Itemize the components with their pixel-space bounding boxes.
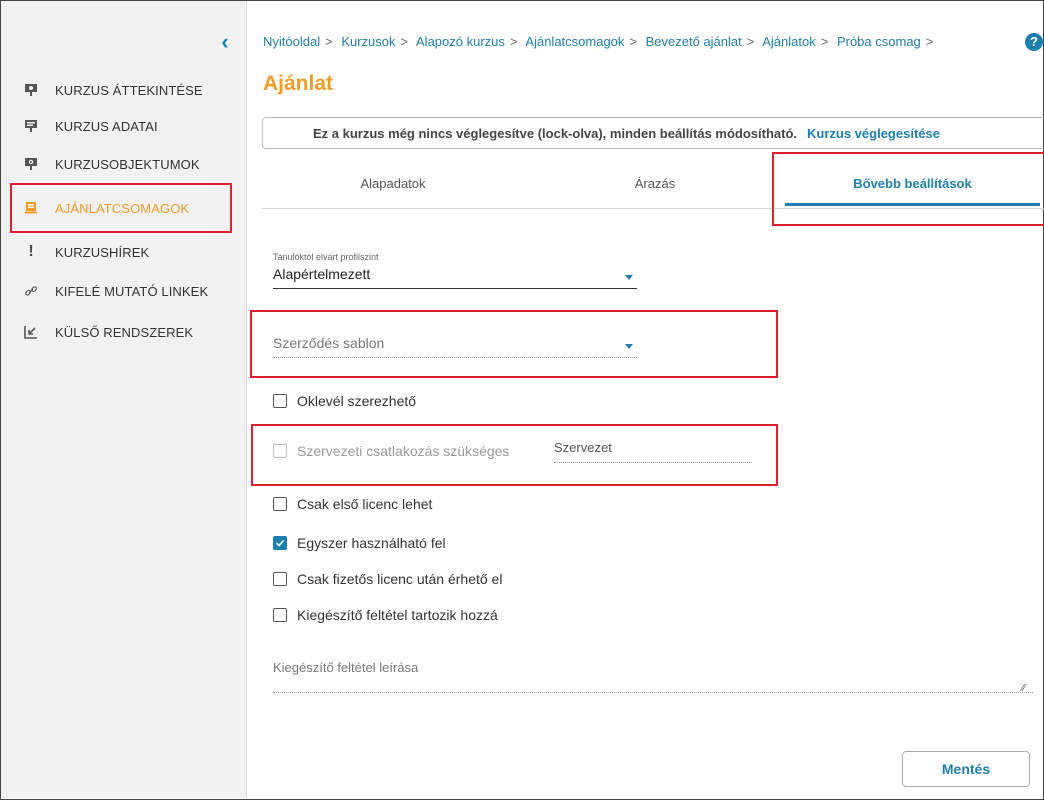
resize-handle-icon[interactable]: ⁄⁄ — [1022, 683, 1025, 694]
page-title: Ajánlat — [263, 72, 334, 95]
external-arrow-icon — [23, 324, 39, 340]
breadcrumb-item[interactable]: Ajánlatcsomagok — [525, 34, 624, 49]
sidebar-item-label: KURZUSOBJEKTUMOK — [55, 156, 200, 172]
sidebar-item-kifele-mutato-linkek[interactable]: KIFELÉ MUTATÓ LINKEK — [1, 273, 246, 309]
tab-bar: Alapadatok Árazás Bővebb beállítások — [262, 158, 1044, 209]
save-button[interactable]: Mentés — [902, 751, 1030, 787]
profile-level-value: Alapértelmezett — [273, 266, 371, 282]
checkbox-label: Kiegészítő feltétel tartozik hozzá — [297, 607, 498, 623]
checkbox-label: Csak fizetős licenc után érhető el — [297, 571, 503, 587]
sidebar-item-kulso-rendszerek[interactable]: KÜLSŐ RENDSZEREK — [1, 314, 246, 350]
tab-arazas[interactable]: Árazás — [524, 158, 786, 208]
checkbox-box[interactable] — [273, 572, 287, 586]
breadcrumb: Nyitóoldal > Kurzusok > Alapozó kurzus > Aj… — [263, 34, 934, 49]
contract-template-select[interactable]: Szerződés sablon — [273, 335, 637, 358]
contract-template-placeholder: Szerződés sablon — [273, 335, 385, 351]
sidebar-item-ajanlatcsomagok[interactable]: AJÁNLATCSOMAGOK — [1, 190, 246, 226]
offer-package-icon — [23, 200, 39, 216]
link-icon — [23, 283, 39, 299]
first-license-checkbox[interactable]: Csak első licenc lehet — [273, 494, 432, 514]
sidebar-item-label: KÜLSŐ RENDSZEREK — [55, 324, 194, 340]
paid-only-checkbox[interactable]: Csak fizetős licenc után érhető el — [273, 569, 502, 589]
sidebar-item-label: KURZUS ADATAI — [55, 118, 158, 134]
sidebar-item-label: KURZUSHÍREK — [55, 244, 150, 260]
profile-level-label: Tanulóktól elvárt profilszint — [273, 252, 379, 262]
tab-alapadatok[interactable]: Alapadatok — [262, 158, 524, 208]
notice-text: Ez a kurzus még nincs véglegesítve (lock… — [313, 125, 798, 141]
sidebar-item-label: KIFELÉ MUTATÓ LINKEK — [55, 283, 209, 299]
breadcrumb-item[interactable]: Nyitóoldal — [263, 34, 320, 49]
organization-field[interactable]: Szervezet — [554, 440, 752, 463]
checkbox-box[interactable] — [273, 444, 287, 458]
active-tab-indicator — [785, 203, 1040, 206]
sidebar-item-kurzushirek[interactable]: ! KURZUSHÍREK — [1, 234, 246, 270]
diploma-checkbox[interactable]: Oklevél szerezhető — [273, 391, 416, 411]
sidebar: ‹ KURZUS ÁTTEKINTÉSE KURZUS ADATAI KURZU… — [1, 1, 247, 798]
single-use-checkbox[interactable]: Egyszer használható fel — [273, 533, 446, 553]
checkbox-label: Szervezeti csatlakozás szükséges — [297, 443, 510, 459]
presentation-board-icon — [23, 118, 39, 134]
checkbox-box-checked[interactable] — [273, 536, 287, 550]
checkbox-label: Oklevél szerezhető — [297, 393, 417, 409]
breadcrumb-item[interactable]: Bevezető ajánlat — [646, 34, 742, 49]
checkbox-label: Egyszer használható fel — [297, 535, 446, 551]
breadcrumb-item[interactable]: Alapozó kurzus — [416, 34, 505, 49]
sidebar-item-label: KURZUS ÁTTEKINTÉSE — [55, 82, 203, 98]
breadcrumb-item[interactable]: Ajánlatok — [762, 34, 815, 49]
sidebar-item-kurzusobjektumok[interactable]: KURZUSOBJEKTUMOK — [1, 146, 246, 182]
checkbox-box[interactable] — [273, 394, 287, 408]
presentation-icon — [23, 82, 39, 98]
lock-notice: Ez a kurzus még nincs véglegesítve (lock… — [262, 117, 1044, 149]
finalize-course-link[interactable]: Kurzus véglegesítése — [807, 126, 940, 141]
sidebar-item-kurzus-adatai[interactable]: KURZUS ADATAI — [1, 108, 246, 144]
org-join-checkbox[interactable]: Szervezeti csatlakozás szükséges — [273, 441, 509, 461]
sidebar-item-kurzus-attekintese[interactable]: KURZUS ÁTTEKINTÉSE — [1, 72, 246, 108]
extra-condition-description-label: Kiegészítő feltétel leírása — [273, 660, 419, 675]
organization-placeholder: Szervezet — [554, 440, 612, 455]
tab-bovebb-beallitasok[interactable]: Bővebb beállítások — [785, 158, 1040, 208]
collapse-sidebar-icon[interactable]: ‹ — [215, 31, 235, 53]
breadcrumb-item[interactable]: Próba csomag — [837, 34, 921, 49]
sidebar-item-label: AJÁNLATCSOMAGOK — [55, 200, 190, 216]
chevron-down-icon — [625, 344, 633, 349]
presentation-settings-icon — [23, 156, 39, 172]
exclamation-icon: ! — [28, 243, 34, 260]
checkbox-box[interactable] — [273, 608, 287, 622]
extra-condition-checkbox[interactable]: Kiegészítő feltétel tartozik hozzá — [273, 605, 498, 625]
extra-condition-description-field[interactable] — [273, 692, 1033, 693]
chevron-down-icon — [625, 275, 633, 280]
checkbox-label: Csak első licenc lehet — [297, 496, 433, 512]
help-icon[interactable]: ? — [1025, 33, 1043, 51]
checkmark-icon — [275, 539, 285, 547]
breadcrumb-item[interactable]: Kurzusok — [341, 34, 395, 49]
checkbox-box[interactable] — [273, 497, 287, 511]
profile-level-select[interactable]: Alapértelmezett — [273, 266, 637, 289]
